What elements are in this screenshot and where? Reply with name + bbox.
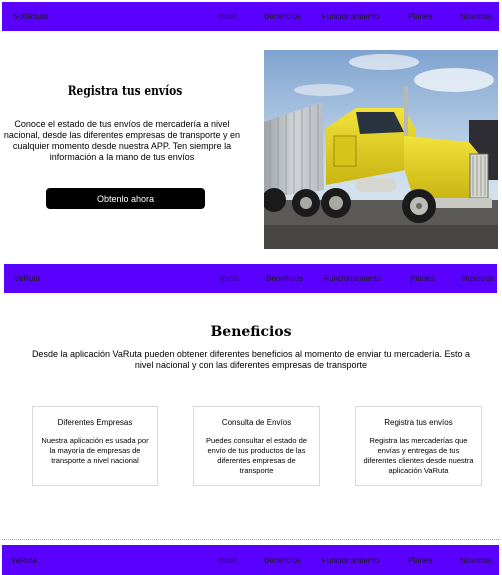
nav-link-beneficios[interactable]: Beneficios	[264, 12, 301, 21]
nav-link-funcionamiento[interactable]: Funcionamiento	[322, 12, 379, 21]
brand-logo[interactable]: VaRuta	[11, 556, 37, 565]
get-app-button[interactable]: Obtenlo ahora	[46, 188, 205, 209]
footer-navbar: VaRuta Inicio Beneficios Funcionamiento …	[2, 545, 499, 575]
nav-link-planes[interactable]: Planes	[410, 274, 434, 283]
nav-link-inicio[interactable]: Inicio	[218, 556, 237, 565]
benefits-title: Beneficios	[210, 324, 292, 340]
benefit-card: Diferentes Empresas Nuestra aplicación e…	[32, 406, 158, 486]
truck-image	[264, 50, 498, 249]
hero-description: Conoce el estado de tus envíos de mercad…	[3, 119, 241, 162]
nav-link-nosotros[interactable]: Nosotros	[462, 274, 494, 283]
benefit-card: Registra tus envíos Registra las mercade…	[355, 406, 482, 486]
secondary-navbar: VaRuta Inicio Beneficios Funcionamiento …	[4, 264, 497, 293]
benefits-description: Desde la aplicación VaRuta pueden obtene…	[31, 349, 471, 370]
hero-title: Registra tus envíos	[67, 84, 183, 99]
benefit-card-text: Registra las mercaderías que envías y en…	[363, 436, 474, 475]
benefit-card: Consulta de Envíos Puedes consultar el e…	[193, 406, 320, 486]
nav-link-inicio[interactable]: Inicio	[218, 12, 237, 21]
nav-link-beneficios[interactable]: Beneficios	[264, 556, 301, 565]
nav-link-funcionamiento[interactable]: Funcionamiento	[324, 274, 381, 283]
benefit-card-title: Diferentes Empresas	[57, 418, 133, 427]
nav-link-inicio[interactable]: Inicio	[220, 274, 239, 283]
nav-link-nosotros[interactable]: Nosotros	[460, 12, 492, 21]
brand-logo[interactable]: VaRuta	[14, 274, 40, 283]
nav-link-planes[interactable]: Planes	[408, 12, 432, 21]
nav-link-planes[interactable]: Planes	[408, 556, 432, 565]
nav-link-beneficios[interactable]: Beneficios	[266, 274, 303, 283]
benefit-card-text: Nuestra aplicación es usada por la mayor…	[41, 436, 149, 465]
brand-logo[interactable]: SoftRoute	[13, 12, 49, 21]
nav-link-nosotros[interactable]: Nosotros	[460, 556, 492, 565]
benefit-card-text: Puedes consultar el estado de envío de t…	[206, 436, 307, 475]
top-navbar: SoftRoute Inicio Beneficios Funcionamien…	[2, 2, 499, 31]
nav-link-funcionamiento[interactable]: Funcionamiento	[322, 556, 379, 565]
benefit-card-title: Registra tus envíos	[384, 418, 453, 427]
section-divider	[2, 539, 499, 540]
benefit-card-title: Consulta de Envíos	[221, 418, 292, 427]
